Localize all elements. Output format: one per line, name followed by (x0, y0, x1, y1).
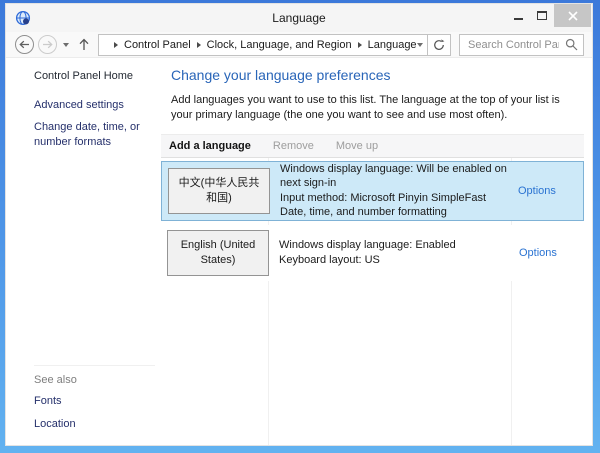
breadcrumb-item-control-panel[interactable]: Control Panel (124, 39, 191, 51)
search-icon (565, 38, 578, 51)
forward-button[interactable] (38, 35, 57, 54)
breadcrumb-separator-icon (197, 42, 201, 48)
sidebar-item-change-date-time-formats[interactable]: Change date, time, or number formats (34, 120, 155, 149)
language-details: Windows display language: Will be enable… (280, 162, 509, 219)
breadcrumb-separator-icon (114, 42, 118, 48)
options-link-english[interactable]: Options (510, 247, 584, 259)
move-up-button[interactable]: Move up (336, 140, 378, 152)
sidebar-item-control-panel-home[interactable]: Control Panel Home (34, 70, 155, 82)
language-name-english[interactable]: English (United States) (167, 230, 269, 276)
language-list: 中文(中华人民共和国) Windows display language: Wi… (161, 158, 584, 445)
page-title: Change your language preferences (171, 67, 574, 83)
detail-date-time-formatting: Date, time, and number formatting (280, 205, 509, 219)
forward-arrow-icon (42, 40, 53, 49)
window-controls (506, 4, 592, 32)
sidebar-item-location[interactable]: Location (34, 417, 155, 431)
address-dropdown-icon[interactable] (417, 43, 423, 47)
breadcrumb-item-clock-language-region[interactable]: Clock, Language, and Region (207, 39, 352, 51)
remove-language-button[interactable]: Remove (273, 140, 314, 152)
sidebar-item-advanced-settings[interactable]: Advanced settings (34, 98, 155, 112)
maximize-icon (537, 11, 547, 20)
page-description: Add languages you want to use to this li… (171, 93, 574, 123)
up-one-level-button[interactable] (78, 38, 90, 51)
detail-keyboard-layout: Keyboard layout: US (279, 253, 510, 267)
maximize-button[interactable] (530, 4, 554, 27)
main-header: Change your language preferences Add lan… (161, 58, 592, 123)
add-language-button[interactable]: Add a language (169, 140, 251, 152)
up-arrow-icon (78, 38, 90, 51)
detail-input-method: Input method: Microsoft Pinyin SimpleFas… (280, 191, 509, 205)
language-details: Windows display language: Enabled Keyboa… (279, 238, 510, 267)
detail-display-language: Windows display language: Enabled (279, 238, 510, 252)
title-bar[interactable]: Language (6, 4, 592, 32)
recent-pages-dropdown[interactable] (63, 43, 69, 47)
window-title: Language (6, 11, 592, 25)
sidebar-item-fonts[interactable]: Fonts (34, 394, 155, 408)
see-also-section: See also Fonts Location (34, 365, 155, 431)
breadcrumb-separator-icon (358, 42, 362, 48)
language-list-toolbar: Add a language Remove Move up (161, 134, 584, 158)
breadcrumb-item-language[interactable]: Language (368, 39, 417, 51)
search-box (459, 34, 584, 56)
back-button[interactable] (15, 35, 34, 54)
detail-display-language: Windows display language: Will be enable… (280, 162, 509, 191)
see-also-label: See also (34, 374, 155, 386)
refresh-button[interactable] (427, 34, 451, 56)
breadcrumb[interactable]: Control Panel Clock, Language, and Regio… (98, 34, 428, 56)
navigation-bar: Control Panel Clock, Language, and Regio… (6, 32, 592, 58)
options-link-chinese[interactable]: Options (509, 185, 583, 197)
language-control-panel-window: Language (5, 3, 593, 446)
refresh-icon (433, 39, 445, 51)
language-row-english[interactable]: English (United States) Windows display … (161, 225, 584, 281)
close-icon (568, 11, 578, 21)
minimize-icon (514, 18, 523, 20)
window-body: Control Panel Home Advanced settings Cha… (6, 58, 592, 445)
window-frame: Language (0, 0, 600, 453)
main-content: Change your language preferences Add lan… (161, 58, 592, 445)
back-arrow-icon (19, 40, 30, 49)
close-button[interactable] (554, 4, 591, 27)
minimize-button[interactable] (506, 4, 530, 27)
language-name-chinese[interactable]: 中文(中华人民共和国) (168, 168, 270, 214)
language-row-chinese[interactable]: 中文(中华人民共和国) Windows display language: Wi… (161, 161, 584, 221)
sidebar: Control Panel Home Advanced settings Cha… (6, 58, 161, 445)
